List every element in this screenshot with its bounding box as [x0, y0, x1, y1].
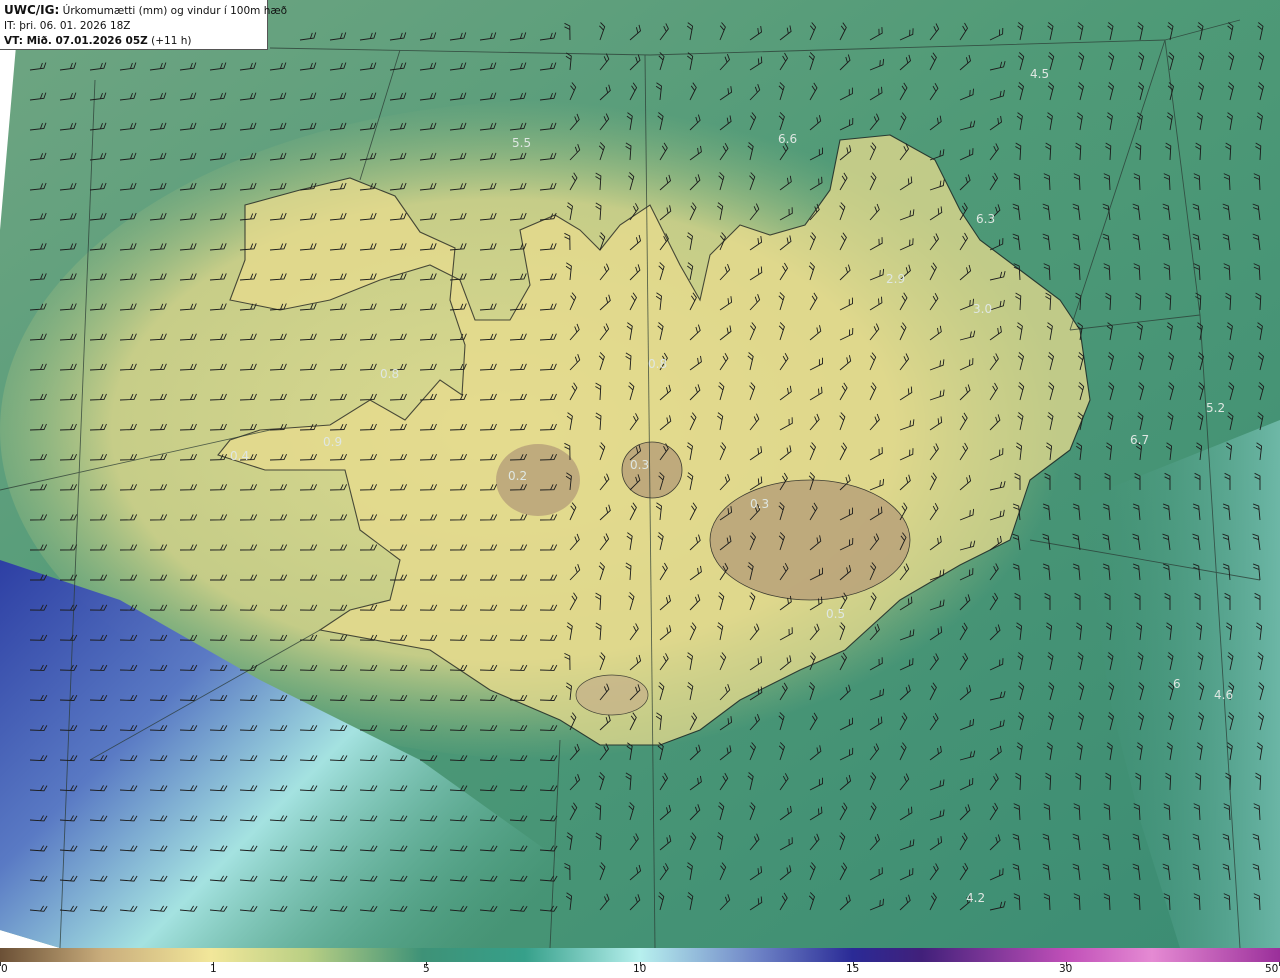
colorbar-tick: 30	[1059, 963, 1073, 975]
map-label: 5.5	[512, 136, 531, 150]
myrdalsjokull	[575, 674, 649, 716]
map-label: 0.3	[630, 458, 649, 472]
map-label: 0.8	[648, 357, 667, 371]
colorbar-tick: 15	[846, 963, 860, 975]
map-label: 6.3	[976, 212, 995, 226]
colorbar-tick: 0	[1, 963, 8, 975]
header-valid-time: VT: Mið. 07.01.2026 05Z (+11 h)	[4, 35, 192, 47]
precipitation-wind-map: 4.5 5.5 6.6 6.3 2.9 3.0 0.8 0.3 0.2 0.3 …	[0, 0, 1280, 948]
colorbar-tick: 10	[633, 963, 647, 975]
map-label: 5.2	[1206, 401, 1225, 415]
map-label: 0.3	[750, 497, 769, 511]
map-label: 3.0	[973, 302, 992, 316]
map-label: 4.5	[1030, 67, 1049, 81]
map-label: 0.9	[323, 435, 342, 449]
map-label: 4.2	[966, 891, 985, 905]
map-header: UWC/IG: Úrkomumætti (mm) og vindur í 100…	[0, 0, 288, 50]
map-label: 0.2	[508, 469, 527, 483]
colorbar-strip	[0, 948, 1280, 962]
map-label: 6.7	[1130, 433, 1149, 447]
header-title: UWC/IG: Úrkomumætti (mm) og vindur í 100…	[4, 3, 288, 17]
header-init-time: IT: þri. 06. 01. 2026 18Z	[4, 20, 131, 32]
colorbar: 0 1 5 10 15 30 50	[0, 948, 1280, 978]
map-label: 0.5	[826, 607, 845, 621]
vatnajokull	[709, 479, 911, 601]
colorbar-tick: 50	[1265, 963, 1279, 975]
colorbar-tick: 1	[210, 963, 217, 975]
map-label: 0.4	[230, 449, 249, 463]
map-label: 4.6	[1214, 688, 1233, 702]
map-label: 6.6	[778, 132, 797, 146]
map-label: 2.9	[886, 272, 905, 286]
map-label: 6	[1173, 677, 1181, 691]
map-label: 0.8	[380, 367, 399, 381]
colorbar-tick: 5	[423, 963, 430, 975]
